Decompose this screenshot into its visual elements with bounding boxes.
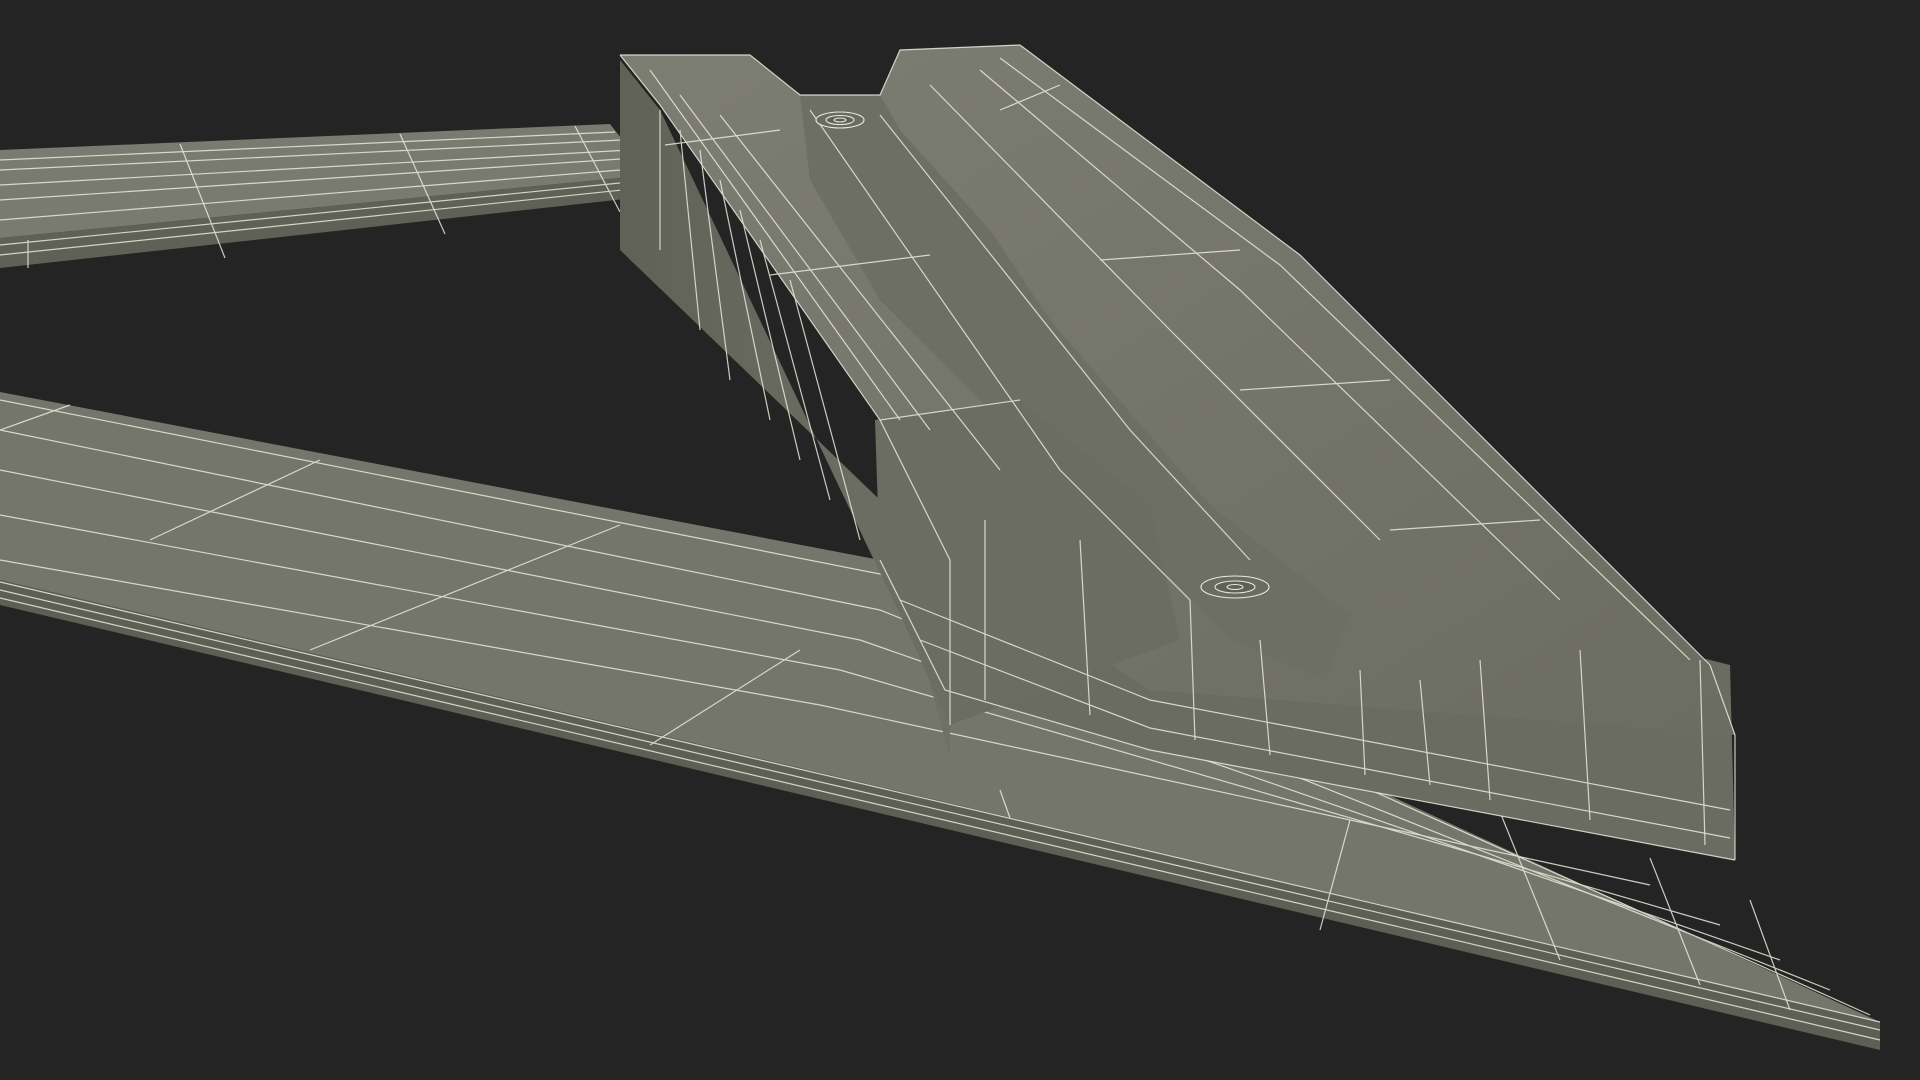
bolt-hole-bottom	[1200, 575, 1270, 599]
render-viewport	[0, 0, 1920, 1080]
wireframe-render	[0, 0, 1920, 1080]
bolt-hole-top	[815, 111, 865, 129]
